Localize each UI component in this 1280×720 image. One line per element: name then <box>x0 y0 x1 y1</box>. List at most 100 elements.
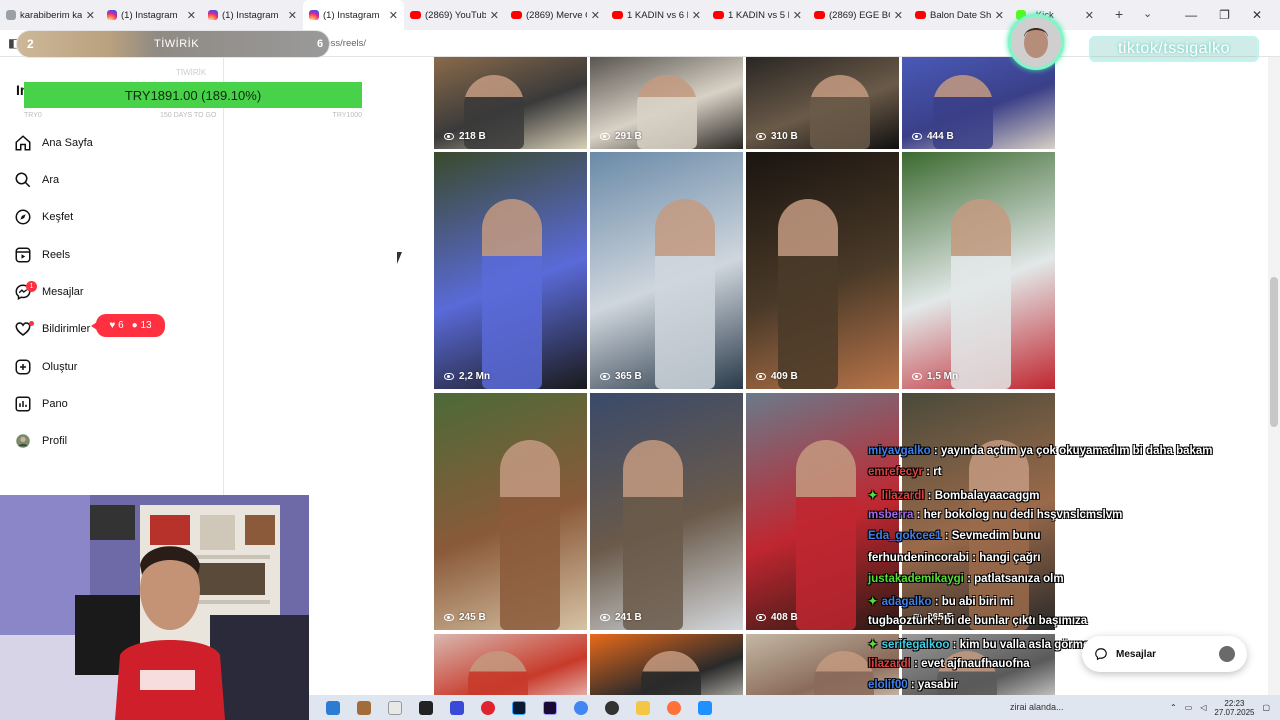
reel-figure <box>810 75 870 149</box>
system-clock[interactable]: 22:23 27.07.2025 <box>1214 699 1254 717</box>
browser-tab[interactable]: (2869) YouTube ✕ <box>404 0 505 30</box>
reel-figure <box>951 199 1011 389</box>
home-icon <box>15 135 31 151</box>
browser-tab[interactable]: (1) Instagram ✕ <box>202 0 303 30</box>
search-icon <box>15 172 31 188</box>
app-icon[interactable] <box>450 700 464 715</box>
reel-view-count: 310 B <box>756 131 798 142</box>
news-ticker[interactable]: zirai alanda... <box>1010 702 1064 712</box>
reel-thumbnail[interactable]: 245 B <box>434 393 587 630</box>
sidebar-item-profile[interactable]: Profil <box>14 430 67 452</box>
close-icon[interactable]: ✕ <box>389 9 398 22</box>
minimize-icon[interactable]: — <box>1185 8 1197 22</box>
sidebar-item-home[interactable]: Ana Sayfa <box>14 132 93 154</box>
sidebar-item-reels[interactable]: Reels <box>14 244 70 266</box>
tab-title: (2869) YouTube <box>425 9 486 21</box>
photoshop-icon[interactable] <box>512 700 526 715</box>
chat-text: rt <box>933 466 942 479</box>
messages-badge: 1 <box>26 281 37 292</box>
sidebar-item-create[interactable]: Oluştur <box>14 356 77 378</box>
chrome-icon[interactable] <box>574 700 588 715</box>
eye-icon <box>600 133 610 140</box>
person-icon: ● <box>131 320 138 331</box>
notepad-icon[interactable] <box>388 700 402 715</box>
close-icon[interactable]: ✕ <box>86 9 95 22</box>
close-icon[interactable]: ✕ <box>894 9 903 22</box>
browser-tab[interactable]: (2869) Merve Özb ✕ <box>505 0 606 30</box>
close-icon[interactable]: ✕ <box>995 9 1004 22</box>
obs-icon[interactable] <box>605 700 619 715</box>
youtube-icon <box>612 11 623 19</box>
firefox-icon[interactable] <box>667 700 681 715</box>
browser-tab[interactable]: Balon Date Show ✕ <box>909 0 1010 30</box>
reel-thumbnail[interactable]: 2,2 Mn <box>434 152 587 389</box>
new-tab-icon[interactable]: + <box>1115 6 1123 22</box>
view-count-text: 1,5 Mn <box>927 371 959 382</box>
browser-tab[interactable]: karabiberim kaç y ✕ <box>0 0 101 30</box>
premiere-icon[interactable] <box>543 700 557 715</box>
chat-username: justakademikaygi <box>868 572 964 585</box>
reel-thumbnail[interactable]: 291 B <box>590 57 743 149</box>
tab-title: (1) Instagram <box>222 9 279 21</box>
system-tray: ⌃ ▭ ◁ 22:23 27.07.2025 ▢ <box>1170 695 1270 720</box>
volume-icon[interactable]: ◁ <box>1200 703 1206 712</box>
reel-thumbnail[interactable]: 444 B <box>902 57 1055 149</box>
eye-icon <box>756 614 766 621</box>
webcam-image <box>0 495 309 720</box>
sidebar-item-notifications[interactable]: Bildirimler <box>14 318 90 340</box>
donation-goal-text: TRY1891.00 (189.10%) <box>124 87 262 103</box>
opera-icon[interactable] <box>481 700 495 715</box>
close-icon[interactable]: ✕ <box>1085 9 1094 22</box>
youtube-icon <box>915 11 926 19</box>
twirik-left-number: 2 <box>27 37 34 51</box>
close-window-icon[interactable]: ✕ <box>1252 8 1262 22</box>
network-icon[interactable]: ▭ <box>1185 703 1193 712</box>
browser-tab[interactable]: 1 KADIN vs 6 ERK ✕ <box>606 0 707 30</box>
chevron-up-icon[interactable]: ⌃ <box>1170 703 1177 712</box>
chat-separator: : <box>931 596 942 609</box>
sidebar-item-messages[interactable]: Mesajlar <box>14 281 84 303</box>
close-icon[interactable]: ✕ <box>490 9 499 22</box>
browser-tab[interactable]: (1) Instagram ✕ <box>101 0 202 30</box>
reel-view-count: 291 B <box>600 131 642 142</box>
browser-tab[interactable]: (2869) EGE BÖLG ✕ <box>808 0 909 30</box>
scrollbar-thumb[interactable] <box>1270 277 1278 427</box>
reel-thumbnail[interactable]: 310 B <box>746 57 899 149</box>
close-icon[interactable]: ✕ <box>692 9 701 22</box>
reel-thumbnail[interactable]: 1,5 Mn <box>902 152 1055 389</box>
twirik-right-number: 6 <box>317 38 324 50</box>
sidebar-item-dashboard[interactable]: Pano <box>14 393 68 415</box>
chevron-down-icon[interactable]: ⌄ <box>1143 7 1152 20</box>
likes-number: 6 <box>118 320 124 331</box>
reels-icon <box>15 247 31 263</box>
messages-float-button[interactable]: Mesajlar <box>1082 636 1247 672</box>
reel-thumbnail[interactable]: 218 B <box>434 57 587 149</box>
sidebar-item-search[interactable]: Ara <box>14 169 59 191</box>
minecraft-icon[interactable] <box>357 700 371 715</box>
close-icon[interactable]: ✕ <box>187 9 196 22</box>
donation-goal-labels: TRY0 150 DAYS TO GO TRY1000 <box>24 112 362 122</box>
notification-center-icon[interactable]: ▢ <box>1262 703 1270 712</box>
browser-tab-active[interactable]: (1) Instagram ✕ <box>303 0 404 30</box>
file-explorer-icon[interactable] <box>636 700 650 715</box>
browser-tab[interactable]: 1 KADIN vs 5 ERK ✕ <box>707 0 808 30</box>
app-icon[interactable] <box>698 700 712 715</box>
heart-icon: ♥ <box>109 320 116 331</box>
sidebar-item-explore[interactable]: Keşfet <box>14 206 73 228</box>
reel-thumbnail[interactable]: 365 B <box>590 152 743 389</box>
maximize-icon[interactable]: ❐ <box>1219 8 1230 22</box>
twirik-overlay: 2 TİWİRİK 6 <box>16 30 330 58</box>
capcut-icon[interactable] <box>419 700 433 715</box>
close-icon[interactable]: ✕ <box>793 9 802 22</box>
reel-thumbnail[interactable]: 241 B <box>590 393 743 630</box>
outlook-icon[interactable] <box>326 700 340 715</box>
reel-figure <box>796 440 856 630</box>
reel-thumbnail[interactable]: 409 B <box>746 152 899 389</box>
close-icon[interactable]: ✕ <box>288 9 297 22</box>
tiktok-handle-overlay: tiktok/tssigalko <box>1089 36 1259 62</box>
chat-username: miyavgalko <box>868 445 931 457</box>
eye-icon <box>600 373 610 380</box>
notifications-bubble[interactable]: ♥ 6 ● 13 <box>91 314 165 337</box>
close-icon[interactable]: ✕ <box>591 9 600 22</box>
page-scrollbar[interactable] <box>1268 57 1280 695</box>
